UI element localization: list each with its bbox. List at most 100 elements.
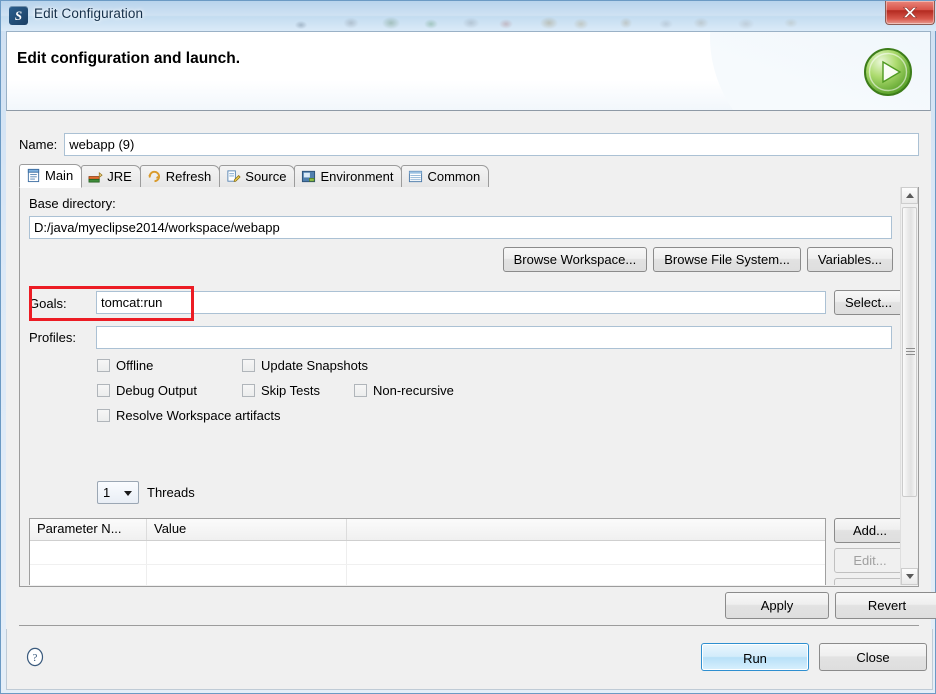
goals-input[interactable] — [96, 291, 826, 314]
checkbox-skip-tests[interactable]: Skip Tests — [242, 383, 320, 398]
tab-environment[interactable]: Environment — [294, 165, 402, 187]
profiles-label: Profiles: — [29, 330, 76, 345]
checkbox-box-icon — [242, 384, 255, 397]
tab-common[interactable]: Common — [401, 165, 489, 187]
close-dialog-button[interactable]: Close — [819, 643, 927, 671]
browse-workspace-button[interactable]: Browse Workspace... — [503, 247, 648, 272]
triangle-down-icon — [906, 574, 914, 579]
tab-environment-label: Environment — [320, 169, 393, 184]
checkbox-box-icon — [97, 409, 110, 422]
close-window-button[interactable] — [885, 1, 935, 25]
goals-label: Goals: — [29, 296, 67, 311]
table-button-column: Add... Edit... Remove — [834, 518, 901, 585]
table-cell — [30, 541, 147, 564]
scroll-down-button[interactable] — [901, 568, 918, 585]
base-directory-label: Base directory: — [29, 196, 116, 211]
jre-books-icon — [88, 169, 103, 184]
page-title: Edit configuration and launch. — [17, 50, 240, 68]
browse-button-row: Browse Workspace... Browse File System..… — [503, 247, 893, 272]
main-tab-panel: Base directory: Browse Workspace... Brow… — [19, 187, 919, 587]
run-play-icon — [862, 46, 914, 98]
checkbox-non-recursive[interactable]: Non-recursive — [354, 383, 454, 398]
window-titlebar: S Edit Configuration — [1, 1, 936, 31]
table-cell — [347, 565, 825, 585]
tab-jre-label: JRE — [107, 169, 132, 184]
browse-file-system-button[interactable]: Browse File System... — [653, 247, 801, 272]
table-row[interactable] — [30, 565, 825, 585]
checkbox-update-snapshots-label: Update Snapshots — [261, 358, 368, 373]
name-input[interactable] — [64, 133, 919, 156]
revert-button[interactable]: Revert — [835, 592, 936, 619]
add-parameter-button[interactable]: Add... — [834, 518, 901, 543]
table-header-row: Parameter N... Value — [30, 519, 825, 541]
tab-strip: Main JRE Refresh — [19, 165, 919, 188]
checkbox-resolve-workspace-artifacts[interactable]: Resolve Workspace artifacts — [97, 408, 281, 423]
edit-parameter-button: Edit... — [834, 548, 901, 573]
checkbox-box-icon — [97, 359, 110, 372]
document-icon — [26, 168, 41, 183]
goals-select-button[interactable]: Select... — [834, 290, 901, 315]
checkbox-debug-output-label: Debug Output — [116, 383, 197, 398]
base-directory-input[interactable] — [29, 216, 892, 239]
name-row: Name: — [19, 132, 919, 156]
source-edit-icon — [226, 169, 241, 184]
triangle-up-icon — [906, 193, 914, 198]
checkbox-box-icon — [354, 384, 367, 397]
profiles-input[interactable] — [96, 326, 892, 349]
tab-source[interactable]: Source — [219, 165, 295, 187]
svg-text:?: ? — [33, 652, 38, 664]
window-title: Edit Configuration — [34, 6, 143, 21]
help-icon[interactable]: ? — [25, 647, 45, 667]
tab-main[interactable]: Main — [19, 164, 82, 188]
checkbox-update-snapshots[interactable]: Update Snapshots — [242, 358, 368, 373]
apply-button[interactable]: Apply — [725, 592, 829, 619]
name-label: Name: — [19, 137, 57, 152]
threads-row: 1 Threads — [97, 481, 195, 504]
threads-value: 1 — [103, 485, 110, 500]
table-cell — [30, 565, 147, 585]
table-row[interactable] — [30, 541, 825, 565]
scroll-up-button[interactable] — [901, 187, 918, 204]
refresh-icon — [147, 169, 162, 184]
threads-label: Threads — [147, 485, 195, 500]
checkbox-skip-tests-label: Skip Tests — [261, 383, 320, 398]
tab-common-label: Common — [427, 169, 480, 184]
dialog-footer: ? Run Close — [6, 629, 933, 690]
table-cell — [147, 541, 347, 564]
checkbox-box-icon — [242, 359, 255, 372]
chevron-down-icon — [124, 491, 132, 496]
column-header-extra[interactable] — [347, 519, 825, 540]
column-header-value[interactable]: Value — [147, 519, 347, 540]
footer-separator — [19, 625, 919, 626]
variables-button[interactable]: Variables... — [807, 247, 893, 272]
common-list-icon — [408, 169, 423, 184]
tab-refresh[interactable]: Refresh — [140, 165, 221, 187]
close-icon — [900, 5, 920, 20]
panel-vertical-scrollbar[interactable] — [900, 187, 918, 585]
launch-config-icon: S — [9, 6, 28, 25]
dialog-header: Edit configuration and launch. — [6, 31, 931, 111]
checkbox-debug-output[interactable]: Debug Output — [97, 383, 197, 398]
tab-source-label: Source — [245, 169, 286, 184]
tab-refresh-label: Refresh — [166, 169, 212, 184]
column-header-parameter-name[interactable]: Parameter N... — [30, 519, 147, 540]
environment-icon — [301, 169, 316, 184]
run-button[interactable]: Run — [701, 643, 809, 671]
tab-jre[interactable]: JRE — [81, 165, 141, 187]
table-cell — [147, 565, 347, 585]
checkbox-non-recursive-label: Non-recursive — [373, 383, 454, 398]
table-cell — [347, 541, 825, 564]
scrollbar-thumb[interactable] — [902, 207, 917, 497]
checkbox-offline[interactable]: Offline — [97, 358, 153, 373]
checkbox-offline-label: Offline — [116, 358, 153, 373]
main-tab-content: Base directory: Browse Workspace... Brow… — [20, 187, 901, 585]
parameters-table[interactable]: Parameter N... Value — [29, 518, 826, 585]
remove-parameter-button: Remove — [834, 578, 901, 585]
dialog-body: Name: Main JRE — [6, 111, 931, 629]
checkbox-resolve-workspace-artifacts-label: Resolve Workspace artifacts — [116, 408, 281, 423]
scrollbar-grip-icon — [906, 348, 915, 356]
tab-main-label: Main — [45, 168, 73, 183]
threads-dropdown[interactable]: 1 — [97, 481, 139, 504]
edit-configuration-dialog: S Edit Configuration Edit configuration … — [0, 0, 936, 694]
checkbox-box-icon — [97, 384, 110, 397]
